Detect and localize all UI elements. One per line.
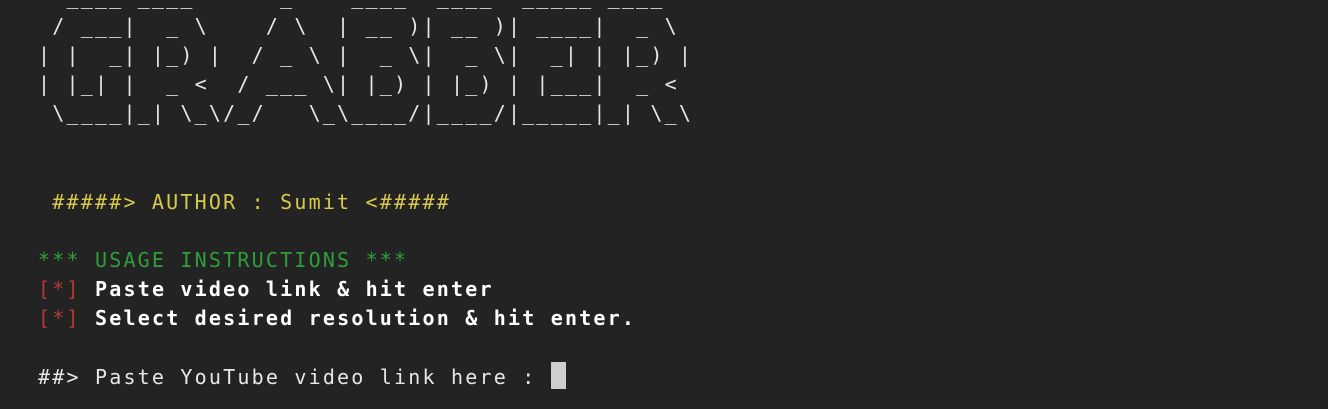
terminal-window: ____ ____ _ ____ ____ _____ ____ / ___| … [0,0,1328,409]
prompt-label: ##> Paste YouTube video link here : [38,365,551,389]
text-cursor[interactable] [550,362,566,389]
usage-heading: *** USAGE INSTRUCTIONS *** [38,248,409,272]
instruction-item: [*] Select desired resolution & hit ente… [38,304,636,333]
instruction-text: Paste video link & hit enter [94,277,494,301]
instruction-item: [*] Paste video link & hit enter [38,275,494,304]
ascii-banner: ____ ____ _ ____ ____ _____ ____ / ___| … [38,0,693,128]
ascii-banner-line: | |_| | _ < / ___ \| |_) | |_) | |___| _… [38,72,679,96]
input-prompt[interactable]: ##> Paste YouTube video link here : [38,362,566,392]
ascii-banner-line: / ___| _ \ / \ | __ )| __ )| ____| _ \ [38,14,679,38]
ascii-banner-line: | | _| |_) | / _ \ | _ \| _ \| _| | |_) … [38,43,694,67]
author-line: #####> AUTHOR : Sumit <##### [38,190,451,214]
bullet-marker: [*] [38,306,81,330]
ascii-banner-line: \____|_| \_\/_/ \_\____/|____/|_____|_| … [38,101,694,125]
ascii-banner-line: ____ ____ _ ____ ____ _____ ____ [38,0,665,9]
instruction-text: Select desired resolution & hit enter. [94,306,637,330]
bullet-marker: [*] [38,277,81,301]
